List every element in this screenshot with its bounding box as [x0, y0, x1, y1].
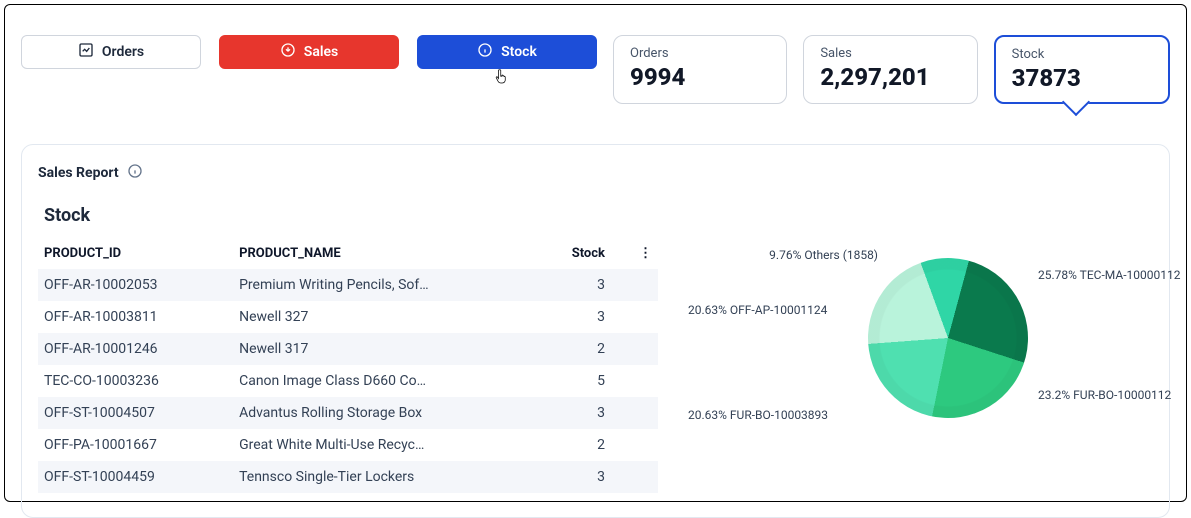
cell-product-id: OFF-ST-10004459	[38, 461, 233, 493]
pie-label: 20.63% FUR-BO-10003893	[688, 408, 828, 422]
metric-card-orders[interactable]: Orders 9994	[613, 35, 787, 104]
cell-product-name: Canon Image Class D660 Co…	[233, 365, 543, 397]
cell-product-name: Advantus Rolling Storage Box	[233, 397, 543, 429]
col-product-name[interactable]: PRODUCT_NAME	[233, 238, 543, 269]
cell-product-name: Great White Multi-Use Recyc…	[233, 429, 543, 461]
table-menu-button[interactable]: ⋮	[633, 238, 658, 269]
pie-label: 20.63% OFF-AP-10001124	[688, 303, 827, 317]
cell-product-name: Newell 317	[233, 333, 543, 365]
cell-product-name: Tennsco Single-Tier Lockers	[233, 461, 543, 493]
tab-sales[interactable]: Sales	[219, 35, 399, 69]
cell-stock: 3	[543, 301, 633, 333]
cell-product-name: Newell 327	[233, 301, 543, 333]
metric-label: Orders	[630, 46, 770, 61]
pie-label: 23.2% FUR-BO-10000112	[1038, 388, 1171, 402]
col-stock[interactable]: Stock	[543, 238, 633, 269]
cell-product-id: OFF-AR-10002053	[38, 269, 233, 301]
stock-pie-chart[interactable]: 9.76% Others (1858)25.78% TEC-MA-1000011…	[688, 238, 1153, 488]
dashboard-frame: Orders Sales Stock Orders	[4, 4, 1187, 502]
report-title: Sales Report	[38, 165, 119, 181]
table-row[interactable]: OFF-AR-10003811Newell 3273	[38, 301, 658, 333]
cell-product-id: TEC-CO-10003236	[38, 365, 233, 397]
tab-group: Orders Sales Stock	[21, 35, 597, 104]
tab-orders[interactable]: Orders	[21, 35, 201, 69]
pie-graphic	[845, 235, 1050, 440]
report-content: PRODUCT_ID PRODUCT_NAME Stock ⋮ OFF-AR-1…	[38, 238, 1153, 493]
top-bar: Orders Sales Stock Orders	[21, 35, 1170, 104]
cell-stock: 2	[543, 333, 633, 365]
chart-line-icon	[78, 42, 94, 62]
cell-product-id: OFF-ST-10004507	[38, 397, 233, 429]
section-title: Stock	[44, 205, 1153, 226]
tab-label: Orders	[102, 44, 144, 60]
metric-value: 2,297,201	[820, 63, 960, 91]
metric-label: Stock	[1012, 47, 1152, 62]
metric-card-sales[interactable]: Sales 2,297,201	[803, 35, 977, 104]
cell-product-name: Premium Writing Pencils, Sof…	[233, 269, 543, 301]
tab-stock[interactable]: Stock	[417, 35, 597, 69]
tab-label: Stock	[501, 44, 537, 60]
cell-stock: 2	[543, 429, 633, 461]
tab-label: Sales	[304, 44, 338, 60]
report-title-row: Sales Report	[38, 163, 1153, 183]
metric-value: 37873	[1012, 64, 1152, 92]
metric-label: Sales	[820, 46, 960, 61]
table-row[interactable]: OFF-PA-10001667Great White Multi-Use Rec…	[38, 429, 658, 461]
info-icon	[477, 42, 493, 62]
circle-down-icon	[280, 42, 296, 62]
table-header-row: PRODUCT_ID PRODUCT_NAME Stock ⋮	[38, 238, 658, 269]
cell-product-id: OFF-AR-10003811	[38, 301, 233, 333]
metric-card-stock[interactable]: Stock 37873	[994, 35, 1170, 104]
col-product-id[interactable]: PRODUCT_ID	[38, 238, 233, 269]
table-row[interactable]: OFF-AR-10001246Newell 3172	[38, 333, 658, 365]
pie-label: 25.78% TEC-MA-10000112	[1038, 268, 1180, 282]
report-panel: Sales Report Stock PRODUCT_ID PRODUCT_NA…	[21, 144, 1170, 518]
table-row[interactable]: OFF-ST-10004459Tennsco Single-Tier Locke…	[38, 461, 658, 493]
cell-stock: 3	[543, 269, 633, 301]
table-row[interactable]: TEC-CO-10003236Canon Image Class D660 Co…	[38, 365, 658, 397]
info-icon[interactable]	[127, 163, 143, 183]
pie-label: 9.76% Others (1858)	[769, 248, 878, 262]
cell-stock: 3	[543, 397, 633, 429]
table-row[interactable]: OFF-ST-10004507Advantus Rolling Storage …	[38, 397, 658, 429]
table-row[interactable]: OFF-AR-10002053Premium Writing Pencils, …	[38, 269, 658, 301]
more-vert-icon: ⋮	[639, 246, 652, 261]
cell-product-id: OFF-PA-10001667	[38, 429, 233, 461]
stock-table: PRODUCT_ID PRODUCT_NAME Stock ⋮ OFF-AR-1…	[38, 238, 658, 493]
cell-stock: 5	[543, 365, 633, 397]
cell-product-id: OFF-AR-10001246	[38, 333, 233, 365]
metric-value: 9994	[630, 63, 770, 91]
cell-stock: 3	[543, 461, 633, 493]
